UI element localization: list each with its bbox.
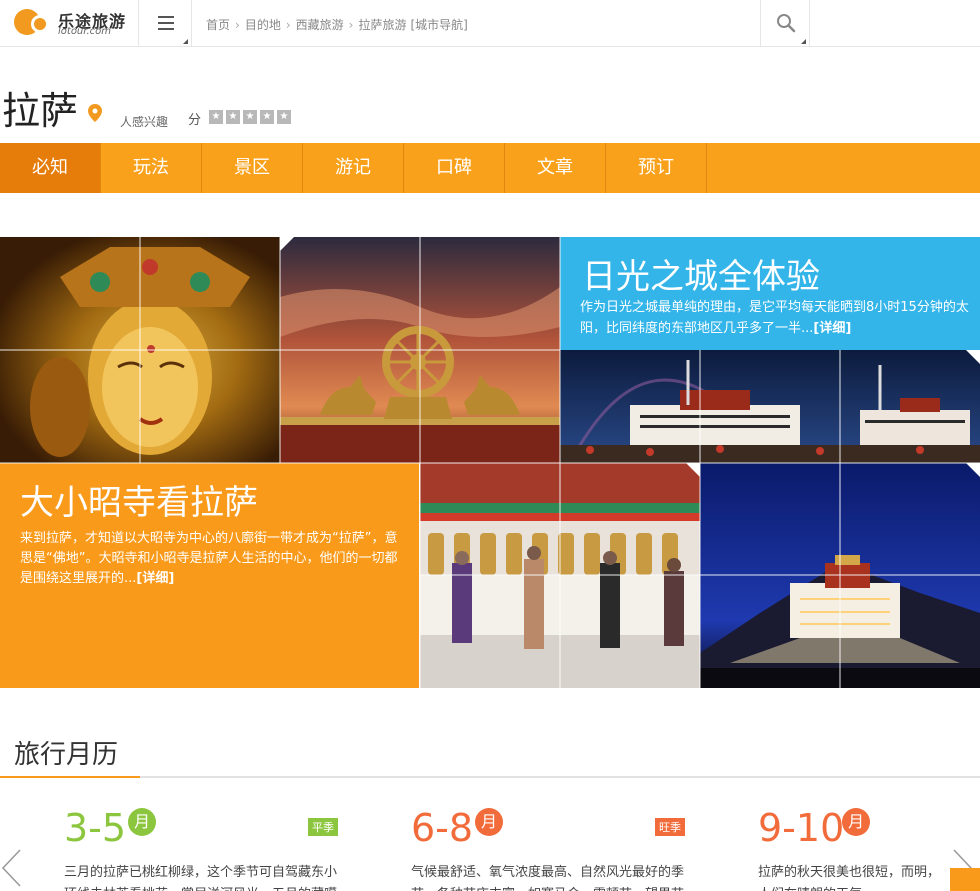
feature-temples-title: 大小昭寺看拉萨 [20, 483, 258, 523]
menu-button[interactable] [138, 0, 192, 47]
dropdown-corner-icon [801, 39, 806, 44]
corner-fold-icon [966, 463, 980, 477]
potala-night-photo[interactable] [700, 463, 980, 688]
search-button[interactable] [760, 0, 810, 47]
month-badge: 月 [842, 808, 870, 836]
feature-temples-text: 来到拉萨，才知道以大昭寺为中心的八廓街一带才成为“拉萨”，意思是“佛地”。大昭寺… [20, 529, 398, 589]
season-type-badge: 平季 [308, 818, 338, 836]
feature-sunlight-city[interactable]: 日光之城全体验 作为日光之城最单纯的理由，是它平均每天能晒到8小时15分钟的太阳… [560, 237, 980, 350]
month-badge: 月 [475, 808, 503, 836]
back-to-top-button[interactable] [950, 868, 980, 891]
location-pin-icon [88, 104, 102, 122]
sunlight-more-link[interactable]: [详细] [813, 321, 851, 336]
breadcrumb: 首页 › 目的地 › 西藏旅游 › 拉萨旅游 [城市导航] [206, 16, 468, 33]
nav-tab-reviews[interactable]: 口碑 [404, 143, 505, 193]
chevron-right-icon: › [235, 18, 240, 32]
nav-tab-articles[interactable]: 文章 [505, 143, 606, 193]
season-range: 3-5 [64, 806, 127, 850]
nav-tab-play[interactable]: 玩法 [101, 143, 202, 193]
feature-sunlight-title: 日光之城全体验 [582, 257, 820, 297]
nav-tab-scenic[interactable]: 景区 [202, 143, 303, 193]
dharma-wheel-photo[interactable] [280, 237, 560, 463]
nav-tab-must-know[interactable]: 必知 [0, 143, 101, 193]
month-badge: 月 [128, 808, 156, 836]
feature-temples[interactable]: 大小昭寺看拉萨 来到拉萨，才知道以大昭寺为中心的八廓街一带才成为“拉萨”，意思是… [0, 463, 419, 688]
season-range: 9-10 [758, 806, 845, 850]
hamburger-icon-line [158, 22, 174, 24]
buddha-photo[interactable] [0, 237, 280, 463]
chevron-right-icon: › [285, 18, 291, 32]
dropdown-corner-icon [183, 39, 188, 44]
corner-fold-icon [686, 463, 700, 477]
chevron-left-icon[interactable] [0, 848, 22, 888]
corner-fold-icon [966, 350, 980, 364]
travel-calendar-title: 旅行月历 [14, 740, 119, 770]
season-description: 气候最舒适、氧气浓度最高、自然风光最好的季节，各种节庆丰富，如赛马会、雪顿节、望… [411, 865, 685, 891]
breadcrumb-lhasa[interactable]: 拉萨旅游 [358, 18, 406, 32]
feature-sunlight-desc: 作为日光之城最单纯的理由，是它平均每天能晒到8小时15分钟的太阳，比同纬度的东部… [580, 300, 969, 336]
rating-stars: ★ ★ ★ ★ ★ [209, 110, 291, 124]
breadcrumb-destination[interactable]: 目的地 [245, 18, 281, 32]
breadcrumb-tibet[interactable]: 西藏旅游 [296, 18, 344, 32]
interest-count-label: 人感兴趣 [120, 115, 169, 129]
search-icon [777, 14, 796, 33]
star-icon: ★ [260, 110, 274, 124]
logo-mark-icon-inner [31, 15, 49, 33]
season-card-autumn[interactable]: 9-10 月 拉萨的秋天很美也很短，而明，人们在晴朗的天气 [758, 806, 948, 891]
main-nav: 必知 玩法 景区 游记 口碑 文章 预订 [0, 143, 980, 193]
star-icon: ★ [243, 110, 257, 124]
section-divider [0, 776, 980, 778]
logo-domain: lotour.com [58, 26, 112, 37]
star-icon: ★ [226, 110, 240, 124]
top-bar: 乐途旅游 lotour.com 首页 › 目的地 › 西藏旅游 › 拉萨旅游 [城市导航] [0, 0, 980, 47]
chevron-right-icon: › [348, 18, 354, 32]
page-title: 拉萨 [2, 89, 79, 133]
nav-tab-travelogue[interactable]: 游记 [303, 143, 404, 193]
feature-temples-desc: 来到拉萨，才知道以大昭寺为中心的八廓街一带才成为“拉萨”，意思是“佛地”。大昭寺… [20, 531, 398, 586]
temples-more-link[interactable]: [详细] [136, 571, 174, 586]
season-description: 拉萨的秋天很美也很短，而明，人们在晴朗的天气 [758, 865, 941, 891]
breadcrumb-home[interactable]: 首页 [206, 18, 230, 32]
star-icon: ★ [277, 110, 291, 124]
feature-sunlight-text: 作为日光之城最单纯的理由，是它平均每天能晒到8小时15分钟的太阳，比同纬度的东部… [580, 297, 970, 339]
breadcrumb-city-nav[interactable]: [城市导航] [411, 18, 468, 32]
score-label: 分 [188, 113, 202, 128]
section-divider-accent [0, 776, 140, 778]
star-icon: ★ [209, 110, 223, 124]
potala-day-photo[interactable] [560, 350, 980, 463]
prayer-wheels-photo[interactable] [420, 463, 700, 688]
season-range: 6-8 [411, 806, 474, 850]
season-type-badge: 旺季 [655, 818, 685, 836]
corner-fold-icon [280, 237, 294, 251]
season-description: 三月的拉萨已桃红柳绿，这个季节可自驾藏东小环线去林芝看桃花，赏尼洋河风光，五月的… [64, 865, 338, 891]
nav-tab-booking[interactable]: 预订 [606, 143, 707, 193]
lotour-logo[interactable]: 乐途旅游 lotour.com [14, 6, 126, 40]
hamburger-icon [158, 16, 174, 18]
hamburger-icon-line [158, 28, 174, 30]
feature-mosaic: 日光之城全体验 作为日光之城最单纯的理由，是它平均每天能晒到8小时15分钟的太阳… [0, 237, 980, 688]
